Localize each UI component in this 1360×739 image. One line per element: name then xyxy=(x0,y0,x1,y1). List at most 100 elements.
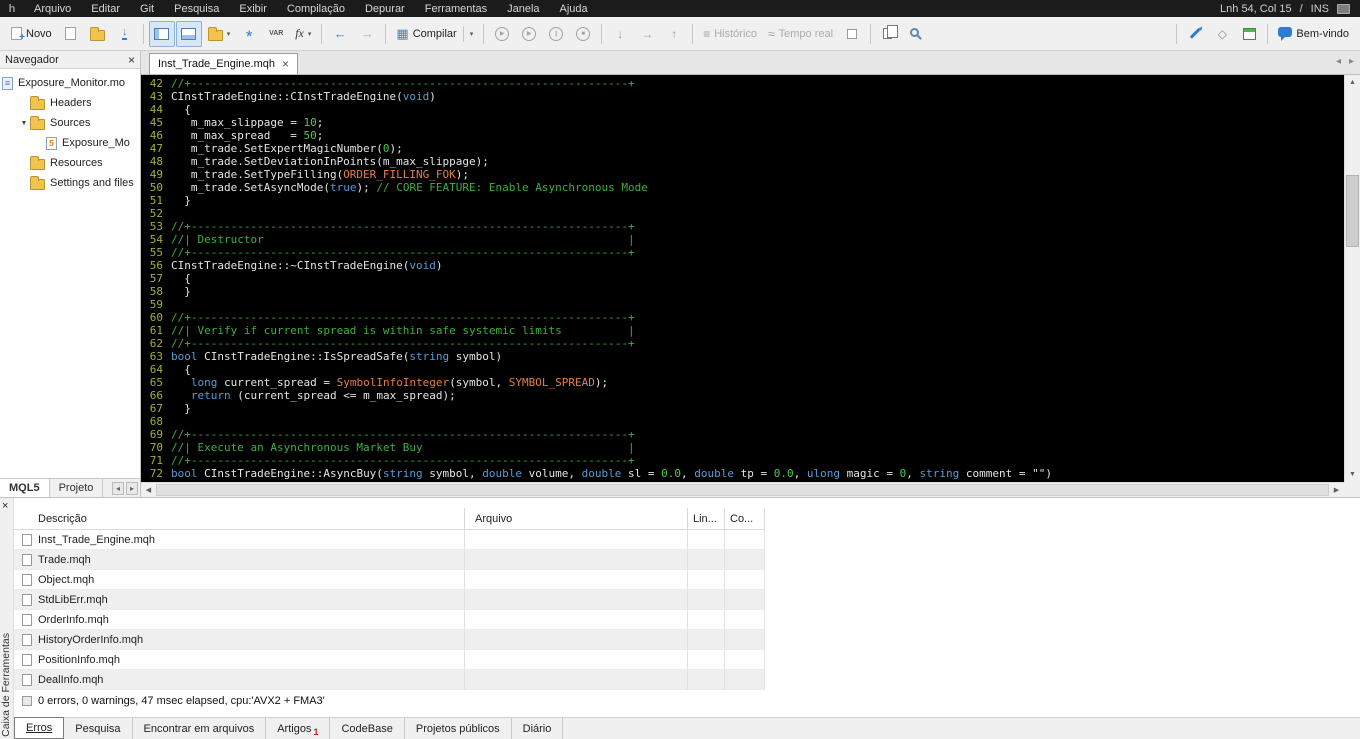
calendar-button[interactable] xyxy=(1236,21,1262,47)
table-row-positioninfo-mqh[interactable]: PositionInfo.mqh xyxy=(14,650,1360,670)
save-button[interactable]: ↓ xyxy=(112,21,138,47)
search-button[interactable] xyxy=(903,21,929,47)
scroll-up-icon[interactable]: ▲ xyxy=(1345,75,1360,90)
navigator-close-button[interactable]: × xyxy=(128,54,135,66)
menu-item-compila-o[interactable]: Compilação xyxy=(277,0,355,17)
table-row-trade-mqh[interactable]: Trade.mqh xyxy=(14,550,1360,570)
compile-status-text: 0 errors, 0 warnings, 47 msec elapsed, c… xyxy=(38,695,325,707)
menu-item-editar[interactable]: Editar xyxy=(81,0,130,17)
open-file-button[interactable] xyxy=(85,21,111,47)
toolbar-separator xyxy=(692,23,694,44)
tree-item-sources[interactable]: ▼ Sources xyxy=(0,113,140,133)
scroll-left-icon[interactable]: ◀ xyxy=(141,483,156,497)
navigator-tab-mql5[interactable]: MQL5 xyxy=(0,479,50,497)
metaquotes-button[interactable]: ◇ xyxy=(1209,21,1235,47)
realtime-button[interactable]: ≈ Tempo real xyxy=(763,21,838,47)
toolbox-tab-di-rio[interactable]: Diário xyxy=(512,718,564,739)
vertical-scrollbar[interactable]: ▲ ▼ xyxy=(1344,75,1360,482)
pause-debug-button[interactable]: ∥ xyxy=(543,21,569,47)
toolbar-separator xyxy=(1176,23,1178,44)
table-row-historyorderinfo-mqh[interactable]: HistoryOrderInfo.mqh xyxy=(14,630,1360,650)
compile-button[interactable]: ▦ Compilar ▾ xyxy=(391,21,478,47)
tree-item-settings-and-files[interactable]: Settings and files xyxy=(0,173,140,193)
line-number: 54 xyxy=(149,233,163,246)
menu-item-exibir[interactable]: Exibir xyxy=(229,0,277,17)
toolbox-tab-pesquisa[interactable]: Pesquisa xyxy=(64,718,133,739)
start-debug-button[interactable]: ▶ xyxy=(489,21,515,47)
vertical-scroll-thumb[interactable] xyxy=(1346,175,1359,247)
menu-item-ajuda[interactable]: Ajuda xyxy=(550,0,598,17)
menubar-items: Arquivo Editar Git Pesquisa Exibir Compilação… xyxy=(24,0,598,17)
watchlist-button[interactable] xyxy=(839,21,865,47)
editor-tab[interactable]: Inst_Trade_Engine.mqh × xyxy=(149,53,299,74)
table-row-orderinfo-mqh[interactable]: OrderInfo.mqh xyxy=(14,610,1360,630)
templates-button[interactable]: ▾ xyxy=(203,21,236,47)
new-from-template-button[interactable] xyxy=(58,21,84,47)
new-file-button[interactable]: Novo xyxy=(6,21,57,47)
start-profiling-button[interactable]: ▶ xyxy=(516,21,542,47)
stop-debug-button[interactable]: ■ xyxy=(570,21,596,47)
metaeditor-window: h Arquivo Editar Git Pesquisa Exibir Compilaç… xyxy=(0,0,1360,739)
insert-variable-button[interactable]: VAR xyxy=(263,21,289,47)
navigate-back-button[interactable]: ← xyxy=(327,21,353,47)
line-text: return (current_spread <= m_max_spread); xyxy=(190,389,456,402)
step-out-button[interactable]: ↑ xyxy=(661,21,687,47)
styler-button[interactable]: * xyxy=(236,21,262,47)
expand-arrow-icon[interactable]: ▼ xyxy=(18,120,30,127)
cell-co xyxy=(725,590,765,610)
cell-co xyxy=(725,670,765,690)
cell-descricao: DealInfo.mqh xyxy=(14,670,465,690)
table-row-stdliberr-mqh[interactable]: StdLibErr.mqh xyxy=(14,590,1360,610)
step-into-button[interactable]: ↓ xyxy=(607,21,633,47)
scroll-down-icon[interactable]: ▼ xyxy=(1345,467,1360,482)
compile-status-row: 0 errors, 0 warnings, 47 msec elapsed, c… xyxy=(14,690,1360,712)
dropdown-caret-icon[interactable]: ▾ xyxy=(470,30,474,38)
menu-item-janela[interactable]: Janela xyxy=(497,0,549,17)
step-over-button[interactable]: → xyxy=(634,21,660,47)
toolbox-tab-encontrar-em-arquivos[interactable]: Encontrar em arquivos xyxy=(133,718,267,739)
toolbox-tab-projetos-p-blicos[interactable]: Projetos públicos xyxy=(405,718,512,739)
navigate-forward-button[interactable]: → xyxy=(354,21,380,47)
column-header-descri-o[interactable]: Descrição xyxy=(14,508,465,530)
nav-tabs-scroll-right[interactable]: ▸ xyxy=(126,481,138,495)
tree-item-exposure-mo[interactable]: 5 Exposure_Mo xyxy=(0,133,140,153)
menu-item-depurar[interactable]: Depurar xyxy=(355,0,415,17)
horizontal-scroll-thumb[interactable] xyxy=(156,484,1329,496)
keyboard-icon[interactable] xyxy=(1337,3,1350,14)
menu-item-ferramentas[interactable]: Ferramentas xyxy=(415,0,497,17)
toolbox-tab-artigos[interactable]: Artigos 1 xyxy=(266,718,331,739)
tree-item-headers[interactable]: Headers xyxy=(0,93,140,113)
navigator-tab-projeto[interactable]: Projeto xyxy=(50,479,104,497)
column-header-lin[interactable]: Lin... xyxy=(688,508,725,530)
tab-scroll-left[interactable]: ◂ xyxy=(1336,56,1341,67)
copy-button[interactable] xyxy=(876,21,902,47)
table-row-inst-trade-engine-mqh[interactable]: Inst_Trade_Engine.mqh xyxy=(14,530,1360,550)
style-check-button[interactable] xyxy=(1182,21,1208,47)
menu-item-git[interactable]: Git xyxy=(130,0,164,17)
column-header-arquivo[interactable]: Arquivo xyxy=(465,508,688,530)
toolbox-tab-erros[interactable]: Erros xyxy=(14,717,65,739)
scroll-right-icon[interactable]: ▶ xyxy=(1329,483,1344,497)
welcome-button[interactable]: Bem-vindo xyxy=(1273,21,1354,47)
history-button[interactable]: ≡ Histórico xyxy=(698,21,762,47)
toolbox-close-button[interactable]: × xyxy=(2,500,8,512)
toolbar: Novo ↓ ▾ * VAR fx▾ ← → ▦ Compilar ▾ ▶ ▶ … xyxy=(0,17,1360,51)
toggle-navigator-button[interactable] xyxy=(148,20,175,47)
horizontal-scrollbar[interactable]: ◀ ▶ xyxy=(141,482,1344,497)
tree-item-resources[interactable]: Resources xyxy=(0,153,140,173)
menu-item-arquivo[interactable]: Arquivo xyxy=(24,0,81,17)
toolbox-tab-codebase[interactable]: CodeBase xyxy=(330,718,405,739)
column-header-co[interactable]: Co... xyxy=(725,508,765,530)
nav-tabs-scroll-left[interactable]: ◂ xyxy=(112,481,124,495)
code-editor[interactable]: 42 //+-----------------------------------… xyxy=(141,75,1344,482)
functions-list-button[interactable]: fx ▾ xyxy=(290,21,316,47)
toolbox-content: Descrição Arquivo Lin... Co... Inst_Trade_E… xyxy=(14,498,1360,717)
table-row-dealinfo-mqh[interactable]: DealInfo.mqh xyxy=(14,670,1360,690)
diamond-icon: ◇ xyxy=(1217,26,1228,41)
toggle-toolbox-button[interactable] xyxy=(175,20,202,47)
menu-item-pesquisa[interactable]: Pesquisa xyxy=(164,0,229,17)
tab-scroll-right[interactable]: ▸ xyxy=(1349,56,1354,67)
tree-item-exposure-monitor-mo[interactable]: ≡ Exposure_Monitor.mo xyxy=(0,73,140,93)
table-row-object-mqh[interactable]: Object.mqh xyxy=(14,570,1360,590)
tab-close-button[interactable]: × xyxy=(282,58,289,70)
